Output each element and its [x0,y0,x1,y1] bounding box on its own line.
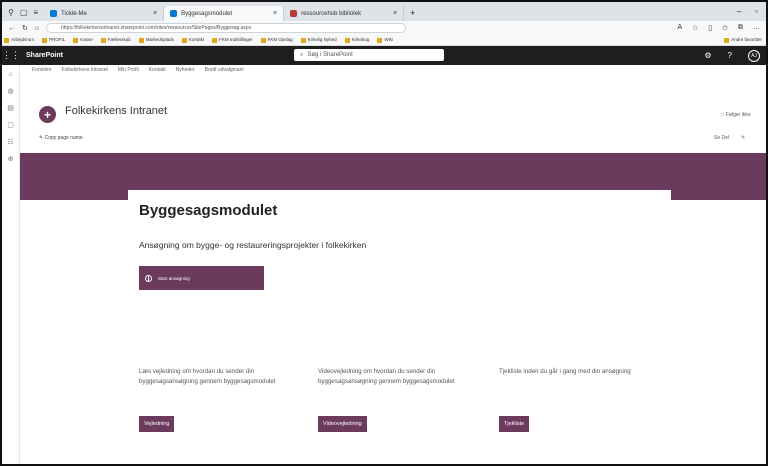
favorite-item[interactable]: FKM Opslag [261,37,293,42]
browser-window: ⚲ ▢ ≡ Tickle-Me × Byggesagsmodulet × res… [0,0,768,466]
favorite-item[interactable]: FKM Indstillinger [212,37,253,42]
more-icon[interactable]: … [753,24,760,32]
app-launcher-icon[interactable]: ⋮⋮ [2,50,20,61]
page-subtitle: Ansøgning om bygge- og restaureringsproj… [139,240,367,250]
tab-tickle[interactable]: Tickle-Me × [44,6,165,21]
publish-bar: Se Del ✎ [714,135,745,141]
video-guide-button[interactable]: Videovejledning [318,416,367,432]
edit-icon: ✎ [39,135,44,141]
tab-list-icon[interactable]: ≡ [33,8,38,17]
hubnav-item[interactable]: Kontakt [149,67,166,73]
refresh-icon[interactable]: ↻ [22,24,28,32]
tab-favicon-icon [50,10,58,17]
globe-icon [145,274,152,282]
maximize-icon[interactable]: ▫ [755,7,758,16]
favorites-icon[interactable]: ✩ [722,24,728,32]
tab-favicon-icon [290,10,298,17]
other-favorites[interactable]: Andre favoritter [724,37,766,42]
close-tab-icon[interactable]: × [273,10,277,17]
favorite-item[interactable]: Kontakt [182,37,204,42]
tab-label: Byggesagsmodulet [181,10,233,17]
share-button[interactable]: Se Del [714,135,729,141]
home-icon[interactable]: ⌂ [35,25,39,32]
favorite-item[interactable]: Markedsplads [139,37,174,42]
hubnav-item[interactable]: Min Profil [118,67,139,73]
close-tab-icon[interactable]: × [153,10,157,17]
hub-navigation: Forsiden Folkekirkens Intranet Min Profi… [32,67,244,73]
back-icon[interactable]: ← [8,25,15,32]
start-button-label: Start ansøgning [158,275,190,281]
guide-description: Læs vejledning om hvordan du sender din … [139,368,276,385]
site-logo[interactable]: + [39,106,56,123]
hubnav-item[interactable]: Nyheder [176,67,195,73]
site-title[interactable]: Folkekirkens Intranet [65,105,167,117]
url-field[interactable]: https://folkekirkensintranet.sharepoint.… [46,23,407,33]
favorite-item[interactable]: Kasse [73,37,93,42]
files-icon[interactable]: ▢ [2,119,19,133]
lists-icon[interactable]: ☷ [2,136,19,150]
minimize-icon[interactable]: – [737,7,741,16]
suite-actions: ⚙ ? AJ [704,49,766,62]
favorite-item[interactable]: PROFIL [42,37,65,42]
collections-icon[interactable]: ⧉ [738,24,743,32]
tab-ressource[interactable]: ressourcehub bibliotek × [284,6,405,21]
favorite-item[interactable]: Kirkelig Nyhed [301,37,337,42]
favorite-item[interactable]: Wiki [377,37,393,42]
video-guide-description: Videovejledning om hvordan du sender din… [318,368,455,385]
follow-button[interactable]: ☆ Følger ikke [720,112,751,118]
sharepoint-brand[interactable]: SharePoint [26,52,63,59]
checklist-description: Tjekliste inden du går i gang med din an… [499,368,631,375]
edit-page-icon[interactable]: ✎ [741,135,745,141]
split-screen-icon[interactable]: ▯ [708,24,712,32]
follow-label: Følger ikke [725,112,751,118]
star-icon[interactable]: ☆ [692,24,698,32]
home-icon[interactable]: ⌂ [2,68,19,82]
search-placeholder: Søg i SharePoint [307,52,353,58]
hubnav-item[interactable]: Folkekirkens Intranet [61,67,107,73]
news-icon[interactable]: ▤ [2,102,19,116]
start-application-button[interactable]: Start ansøgning [139,266,264,290]
favorites-bar: Arbejdsrum PROFIL Kasse Fællesskab Marke… [2,35,766,46]
command-copy-page[interactable]: Copy page name [45,135,83,141]
favorite-item[interactable]: Arbejdsrum [4,37,34,42]
window-controls: – ▫ [729,7,766,21]
command-bar: ✎ Copy page name [39,135,83,141]
settings-gear-icon[interactable]: ⚙ [704,51,711,60]
new-tab-icon[interactable]: + [404,8,421,21]
workspaces-icon[interactable]: ▢ [20,8,28,17]
hubnav-item[interactable]: Forsiden [32,67,51,73]
reader-icon[interactable]: A [677,24,682,32]
profile-icon[interactable]: ⚲ [8,8,14,17]
help-icon[interactable]: ? [728,51,732,60]
page-title: Byggesagsmodulet [139,202,278,219]
address-bar: ← ↻ ⌂ https://folkekirkensintranet.share… [2,21,766,35]
close-tab-icon[interactable]: × [393,10,397,17]
url-text: https://folkekirkensintranet.sharepoint.… [61,25,252,31]
address-bar-tools: A ☆ ▯ ✩ ⧉ … [677,24,766,32]
tab-label: Tickle-Me [61,10,87,17]
avatar[interactable]: AJ [748,49,760,62]
search-box[interactable]: ⌕ Søg i SharePoint [294,49,444,61]
favorite-item[interactable]: Fællesskab [101,37,131,42]
hubnav-item[interactable]: Bredt udvalgmant [205,67,244,73]
tab-byggesag[interactable]: Byggesagsmodulet × [164,6,285,21]
site-logo-glyph: + [43,107,51,122]
tab-controls: ⚲ ▢ ≡ [2,8,44,21]
content-card [128,190,671,464]
suite-bar: ⋮⋮ SharePoint ⌕ Søg i SharePoint ⚙ ? AJ [2,46,766,65]
left-app-rail: ⌂ ◍ ▤ ▢ ☷ ⊕ [2,65,20,464]
guide-button[interactable]: Vejledning [139,416,175,432]
globe-icon[interactable]: ◍ [2,85,19,99]
tab-label: ressourcehub bibliotek [301,10,362,17]
checklist-button[interactable]: Tjekliste [499,416,530,432]
search-icon: ⌕ [300,51,304,58]
tab-favicon-icon [170,10,178,17]
create-icon[interactable]: ⊕ [2,153,19,167]
tab-bar: ⚲ ▢ ≡ Tickle-Me × Byggesagsmodulet × res… [2,2,766,21]
favorite-item[interactable]: Kirkebog [345,37,370,42]
